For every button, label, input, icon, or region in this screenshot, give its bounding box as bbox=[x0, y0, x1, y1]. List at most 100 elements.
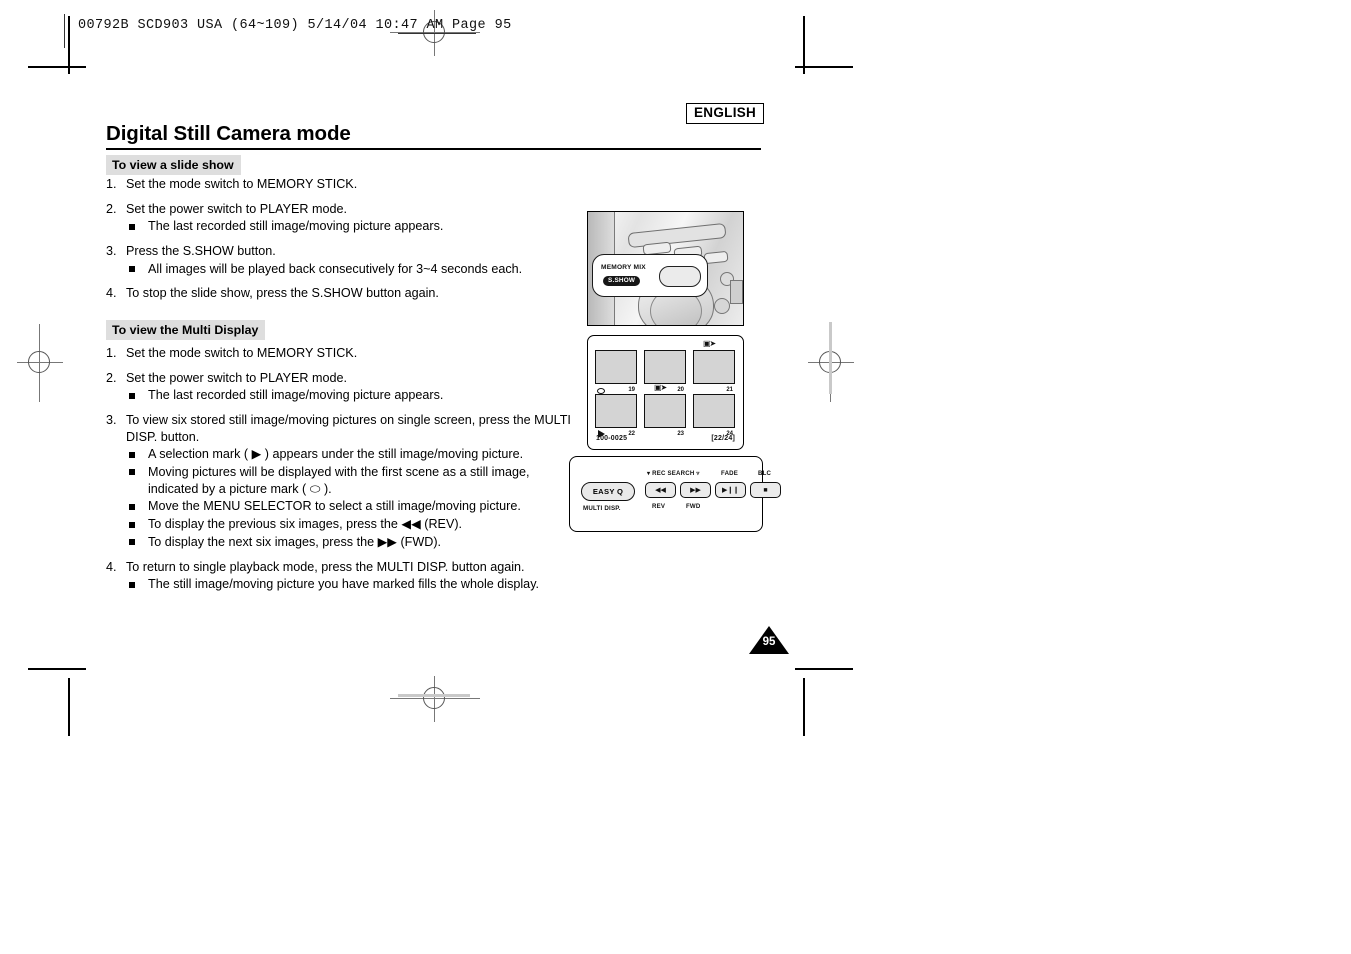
figure-multi-display-screen: 19 20 ▣➤ 21 22 ▣➤ 23 24 100-0025 [22/24] bbox=[587, 335, 744, 450]
square-bullet-icon bbox=[129, 266, 135, 273]
bullet-text: A selection mark ( ▶ ) appears under the… bbox=[148, 447, 524, 462]
image-counter: [22/24] bbox=[711, 435, 735, 442]
list-item: The last recorded still image/moving pic… bbox=[126, 218, 576, 235]
list-item[interactable]: 20 bbox=[644, 350, 686, 393]
blc-label: BLC bbox=[758, 470, 772, 477]
step-number: 3. bbox=[106, 412, 117, 427]
list-item: A selection mark ( ▶ ) appears under the… bbox=[126, 446, 576, 463]
step-number: 1. bbox=[106, 177, 117, 191]
list-item: 1. Set the mode switch to MEMORY STICK. bbox=[106, 176, 576, 193]
easy-q-button[interactable]: EASY Q bbox=[581, 482, 635, 501]
square-bullet-icon bbox=[129, 223, 135, 230]
list-item: Moving pictures will be displayed with t… bbox=[126, 464, 576, 497]
step-number: 2. bbox=[106, 201, 117, 216]
step-number: 3. bbox=[106, 243, 117, 258]
rev-button[interactable]: ◀◀ bbox=[645, 482, 676, 498]
step-text: To return to single playback mode, press… bbox=[126, 559, 525, 574]
movie-mark-icon: ▣➤ bbox=[703, 339, 716, 348]
step-number: 1. bbox=[106, 346, 117, 360]
figure-camera-sshow-button: MEMORY MIX S.SHOW bbox=[587, 211, 744, 326]
thumbnail-row: 22 ▣➤ 23 24 bbox=[594, 384, 737, 438]
blc-button[interactable]: ■ bbox=[750, 482, 781, 498]
bullet-list: A selection mark ( ▶ ) appears under the… bbox=[126, 446, 576, 550]
list-item[interactable]: 19 bbox=[595, 350, 637, 394]
section-heading-slide-show: To view a slide show bbox=[106, 155, 241, 175]
list-item[interactable]: 22 bbox=[595, 394, 637, 438]
sshow-button[interactable] bbox=[659, 266, 701, 287]
bullet-text: To display the next six images, press th… bbox=[148, 534, 442, 549]
square-bullet-icon bbox=[129, 392, 135, 399]
rev-label: REV bbox=[652, 503, 666, 510]
page-number-badge: 95 bbox=[749, 626, 789, 654]
fade-button[interactable]: ▶❙❙ bbox=[715, 482, 746, 498]
rec-search-text: REC SEARCH bbox=[652, 470, 695, 477]
file-label: 100-0025 bbox=[596, 435, 628, 442]
list-item: 3. Press the S.SHOW button. All images w… bbox=[106, 243, 576, 277]
language-badge: ENGLISH bbox=[686, 103, 765, 124]
list-item[interactable]: 24 bbox=[693, 394, 735, 437]
bullet-text: Move the MENU SELECTOR to select a still… bbox=[148, 499, 521, 514]
step-text: Set the power switch to PLAYER mode. bbox=[126, 370, 347, 385]
title-rule bbox=[106, 148, 761, 151]
step-text: To view six stored still image/moving pi… bbox=[126, 412, 571, 444]
bullet-list: The still image/moving picture you have … bbox=[126, 576, 576, 593]
step-text: Set the power switch to PLAYER mode. bbox=[126, 201, 347, 216]
list-item: All images will be played back consecuti… bbox=[126, 261, 576, 278]
list-item: The still image/moving picture you have … bbox=[126, 576, 576, 593]
list-item: The last recorded still image/moving pic… bbox=[126, 387, 576, 404]
list-item: 2. Set the power switch to PLAYER mode. … bbox=[106, 201, 576, 235]
step-text: Press the S.SHOW button. bbox=[126, 243, 276, 258]
list-item: 1. Set the mode switch to MEMORY STICK. bbox=[106, 345, 576, 362]
step-number: 2. bbox=[106, 370, 117, 385]
multi-disp-label: MULTI DISP. bbox=[583, 505, 621, 512]
square-bullet-icon bbox=[129, 469, 135, 476]
step-list-multi-display: 1. Set the mode switch to MEMORY STICK. … bbox=[106, 345, 576, 601]
list-item: 3. To view six stored still image/moving… bbox=[106, 412, 576, 551]
page-title: Digital Still Camera mode bbox=[106, 122, 351, 145]
thumbnail-number: 22 bbox=[628, 431, 635, 437]
square-bullet-icon bbox=[129, 451, 135, 458]
bullet-list: The last recorded still image/moving pic… bbox=[126, 218, 576, 235]
square-bullet-icon bbox=[129, 503, 135, 510]
step-number: 4. bbox=[106, 559, 117, 574]
thumbnail-number: 23 bbox=[677, 431, 684, 437]
list-item: To display the previous six images, pres… bbox=[126, 516, 576, 533]
bullet-text: Moving pictures will be displayed with t… bbox=[148, 464, 530, 496]
bullet-list: All images will be played back consecuti… bbox=[126, 261, 576, 278]
thumbnail-number: 21 bbox=[726, 387, 733, 393]
movie-mark-icon: ▣➤ bbox=[654, 383, 667, 392]
fwd-button[interactable]: ▶▶ bbox=[680, 482, 711, 498]
fade-label: FADE bbox=[721, 470, 739, 477]
list-item[interactable]: ▣➤ 23 bbox=[644, 384, 686, 437]
list-item: 4. To return to single playback mode, pr… bbox=[106, 559, 576, 593]
square-bullet-icon bbox=[129, 581, 135, 588]
camera-port bbox=[730, 280, 743, 304]
bullet-text: The still image/moving picture you have … bbox=[148, 577, 540, 592]
section-heading-multi-display: To view the Multi Display bbox=[106, 320, 266, 340]
square-bullet-icon bbox=[129, 521, 135, 528]
page-number-text: 95 bbox=[762, 636, 776, 648]
rec-search-arrow-left-icon: ▾ bbox=[647, 470, 651, 477]
figure-button-panel: EASY Q MULTI DISP. ▾ REC SEARCH ▿ ◀◀ ▶▶ … bbox=[569, 456, 781, 532]
bullet-list: The last recorded still image/moving pic… bbox=[126, 387, 576, 404]
bullet-text: The last recorded still image/moving pic… bbox=[148, 219, 444, 234]
list-item: Move the MENU SELECTOR to select a still… bbox=[126, 498, 576, 515]
sshow-badge: S.SHOW bbox=[603, 276, 641, 286]
square-bullet-icon bbox=[129, 539, 135, 546]
fwd-label: FWD bbox=[686, 503, 701, 510]
list-item[interactable]: ▣➤ 21 bbox=[693, 340, 735, 393]
thumbnail-number: 20 bbox=[677, 387, 684, 393]
rec-search-label: ▾ REC SEARCH ▿ bbox=[647, 470, 700, 477]
manual-page: ENGLISH Digital Still Camera mode To vie… bbox=[0, 0, 1351, 954]
bullet-text: To display the previous six images, pres… bbox=[148, 517, 463, 532]
rec-search-arrow-right-icon: ▿ bbox=[696, 470, 700, 477]
callout-memory-mix-sshow: MEMORY MIX S.SHOW bbox=[592, 254, 708, 297]
thumbnail-number: 19 bbox=[628, 387, 635, 393]
bullet-text: The last recorded still image/moving pic… bbox=[148, 388, 444, 403]
bullet-text: All images will be played back consecuti… bbox=[148, 261, 523, 276]
list-item: 2. Set the power switch to PLAYER mode. … bbox=[106, 370, 576, 404]
list-item: 4. To stop the slide show, press the S.S… bbox=[106, 285, 576, 302]
step-text: Set the mode switch to MEMORY STICK. bbox=[126, 346, 358, 360]
multi-display-grid: 19 20 ▣➤ 21 22 ▣➤ 23 24 100-0025 [22/24] bbox=[594, 340, 737, 443]
list-item: To display the next six images, press th… bbox=[126, 534, 576, 551]
